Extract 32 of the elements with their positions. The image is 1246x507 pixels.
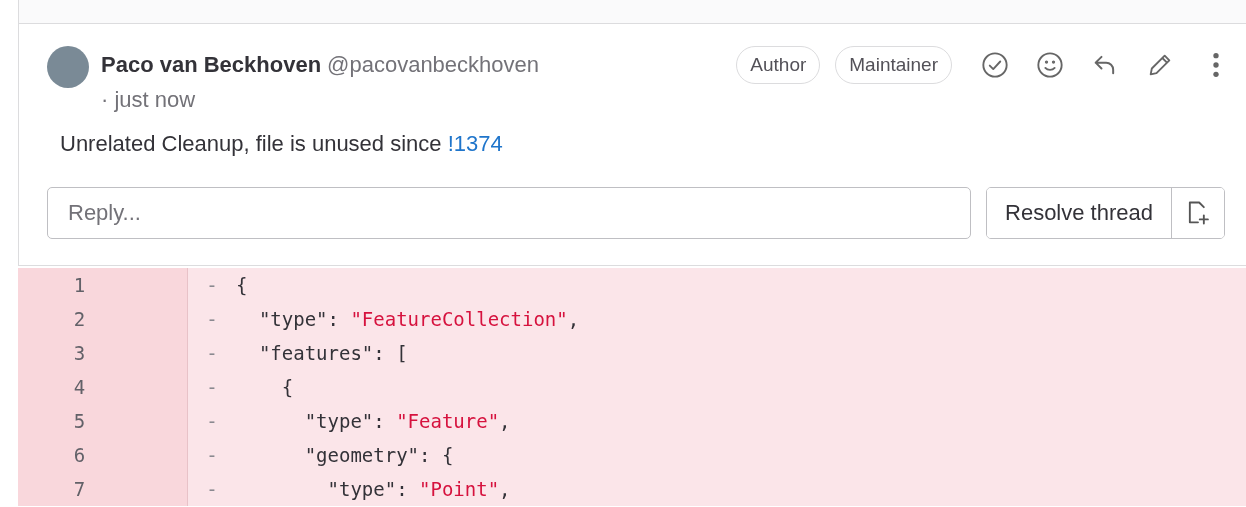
author-name[interactable]: Paco van Beckhoven <box>101 52 322 78</box>
removed-line-marker: - <box>205 478 219 500</box>
removed-line-marker: - <box>205 410 219 432</box>
emoji-icon[interactable] <box>1036 51 1064 79</box>
resolve-check-icon[interactable] <box>981 51 1009 79</box>
code-line: { <box>236 274 248 296</box>
line-number: 6 <box>18 438 188 472</box>
line-number: 5 <box>18 404 188 438</box>
line-number: 7 <box>18 472 188 506</box>
merge-request-link[interactable]: !1374 <box>447 131 503 156</box>
code-line: "type": "Feature", <box>303 410 511 432</box>
code-line: "geometry": { <box>303 444 454 466</box>
more-options-icon[interactable] <box>1211 51 1221 79</box>
removed-line-marker: - <box>205 308 219 330</box>
resolve-thread-button[interactable]: Resolve thread <box>987 188 1172 238</box>
line-number: 1 <box>18 268 188 302</box>
line-number: 4 <box>18 370 188 404</box>
reply-field[interactable]: Reply... <box>47 187 971 239</box>
line-number: 3 <box>18 336 188 370</box>
code-line: "features": [ <box>257 342 408 364</box>
avatar <box>47 46 89 88</box>
removed-line-marker: - <box>205 274 219 296</box>
removed-line-marker: - <box>205 444 219 466</box>
line-number: 2 <box>18 302 188 336</box>
timestamp: · just now <box>101 87 197 113</box>
code-line: { <box>280 376 294 398</box>
removed-line-marker: - <box>205 342 219 364</box>
code-line: "type": "Point", <box>326 478 511 500</box>
comment-text: Unrelated Cleanup, file is unused since !1374 <box>60 131 504 157</box>
removed-line-marker: - <box>205 376 219 398</box>
code-line: "type": "FeatureCollection", <box>257 308 580 330</box>
author-handle[interactable]: @pacovanbeckhoven <box>327 52 540 78</box>
